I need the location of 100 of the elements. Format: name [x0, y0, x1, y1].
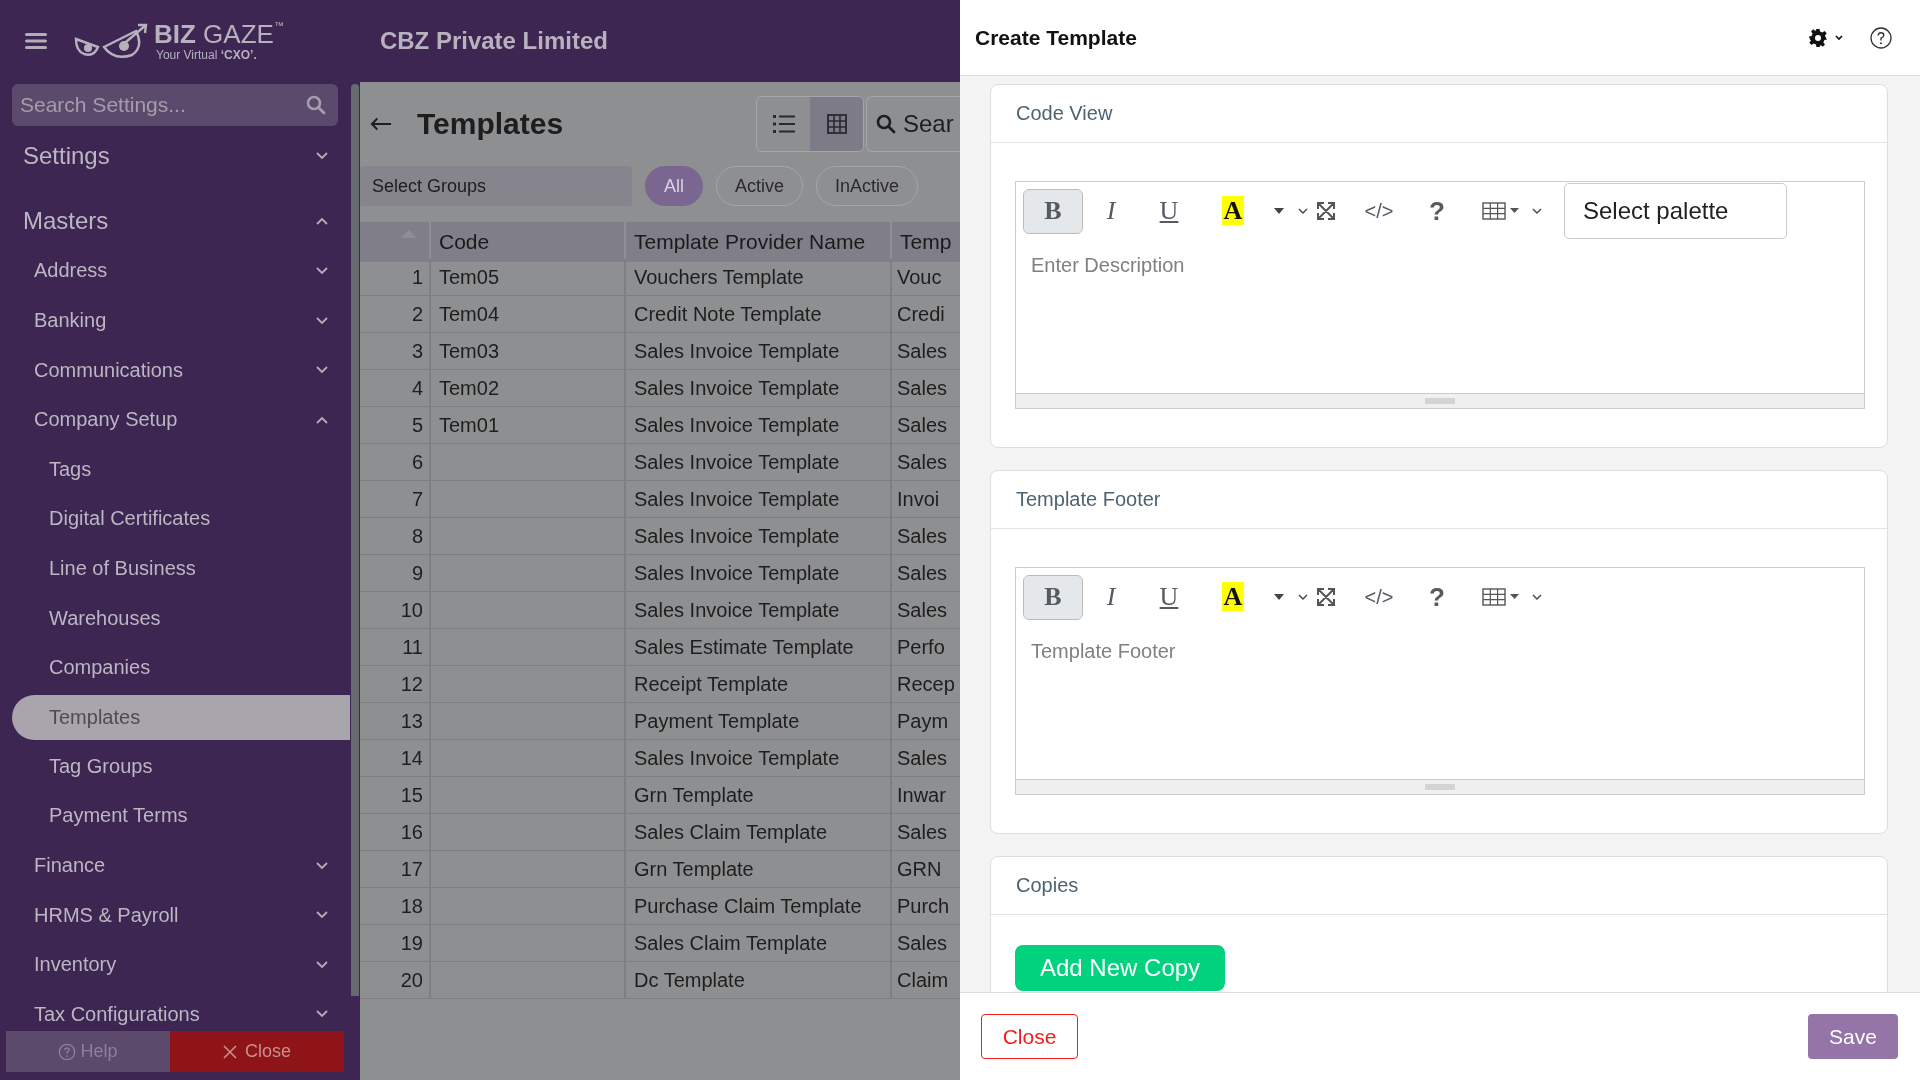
chevron-icon [316, 1010, 328, 1019]
table-icon[interactable] [1482, 588, 1520, 606]
underline-button[interactable]: U [1140, 189, 1198, 233]
table-cell: Payment Template [624, 703, 890, 740]
company-name: CBZ Private Limited [379, 27, 608, 55]
sidebar-item[interactable]: Companies [12, 642, 350, 693]
chevron-icon[interactable] [1298, 594, 1308, 600]
logo-icon [74, 21, 150, 61]
filter-tab[interactable]: All [645, 166, 703, 206]
back-arrow-icon[interactable] [370, 115, 392, 132]
rich-text-editor[interactable]: B I U A </> ? Select palette Enter Description [1015, 181, 1865, 409]
close-button[interactable]: Close [170, 1031, 344, 1072]
search-field[interactable]: Sear [866, 95, 960, 152]
sidebar-item[interactable]: Finance [12, 840, 350, 891]
table-cell: Sales Invoice Template [624, 518, 890, 555]
grid-view-button[interactable] [810, 96, 863, 151]
section-title: Copies [1016, 874, 1079, 897]
table-cell: Sales Invoice Template [624, 592, 890, 629]
row-number: 10 [360, 592, 429, 629]
scrollbar[interactable] [351, 84, 359, 996]
sidebar-item[interactable]: Templates [12, 694, 350, 740]
grid-icon [825, 113, 848, 134]
chevron-icon [316, 366, 328, 375]
bold-button[interactable]: B [1024, 189, 1082, 233]
row-number: 1 [360, 259, 429, 296]
bold-button[interactable]: B [1024, 575, 1082, 619]
column-header[interactable]: Code [439, 230, 490, 254]
highlight-button[interactable]: A [1204, 575, 1262, 619]
code-button[interactable]: </> [1350, 189, 1408, 233]
sidebar-item[interactable]: Inventory [12, 939, 350, 990]
resize-handle[interactable] [1425, 398, 1455, 404]
row-number: 17 [360, 851, 429, 888]
chevron-icon [316, 861, 328, 870]
close-button[interactable]: Close [981, 1014, 1078, 1059]
row-number: 15 [360, 777, 429, 814]
caret-icon[interactable] [1274, 594, 1284, 600]
sidebar-item[interactable]: Masters [12, 196, 350, 247]
rich-text-editor[interactable]: B I U A </> ? Template Footer [1015, 567, 1865, 795]
fullscreen-icon[interactable] [1316, 587, 1336, 607]
sidebar-item[interactable]: HRMS & Payroll [12, 890, 350, 940]
table-icon[interactable] [1482, 202, 1520, 220]
chevron-icon [316, 267, 328, 275]
code-button[interactable]: </> [1350, 575, 1408, 619]
table-cell: Grn Template [624, 851, 890, 888]
sidebar-item[interactable]: Line of Business [12, 543, 350, 594]
brand-name: BIZ GAZE [154, 20, 274, 48]
section-title: Code View [1016, 102, 1113, 125]
sidebar-item[interactable]: Communications [12, 345, 350, 395]
row-number: 20 [360, 962, 429, 999]
row-number: 18 [360, 888, 429, 925]
sidebar-item[interactable]: Warehouses [12, 593, 350, 643]
sidebar-item[interactable]: Company Setup [12, 394, 350, 445]
search-icon[interactable] [306, 95, 326, 115]
sidebar-item[interactable]: Digital Certificates [12, 494, 350, 544]
table-cell: Tem01 [429, 407, 624, 444]
sidebar-item[interactable]: Tags [12, 444, 350, 495]
highlight-button[interactable]: A [1204, 189, 1262, 233]
row-number: 12 [360, 666, 429, 703]
fullscreen-icon[interactable] [1316, 201, 1336, 221]
resize-handle[interactable] [1425, 784, 1455, 790]
row-number: 6 [360, 444, 429, 481]
row-number: 16 [360, 814, 429, 851]
sidebar-item[interactable]: Address [12, 246, 350, 296]
help-icon [58, 1042, 77, 1061]
row-number: 7 [360, 481, 429, 518]
sidebar-item[interactable]: Tag Groups [12, 741, 350, 792]
chevron-icon[interactable] [1532, 594, 1542, 600]
group-select[interactable]: Select Groups [360, 166, 632, 206]
table-cell: Tem04 [429, 296, 624, 333]
caret-icon[interactable] [1274, 208, 1284, 214]
palette-select[interactable]: Select palette [1564, 183, 1787, 239]
sidebar-item[interactable]: Tax Configurations [12, 989, 350, 1031]
table-cell: Purchase Claim Template [624, 888, 890, 925]
row-number: 14 [360, 740, 429, 777]
section-title: Template Footer [1016, 488, 1161, 511]
chevron-icon [316, 316, 328, 325]
close-icon [223, 1044, 237, 1059]
help-icon[interactable] [1870, 26, 1892, 49]
sidebar-item[interactable]: Banking [12, 295, 350, 346]
help-button[interactable]: ? [1408, 189, 1466, 233]
chevron-icon[interactable] [1298, 208, 1308, 214]
sidebar-item[interactable]: Settings [12, 131, 350, 181]
italic-button[interactable]: I [1082, 575, 1140, 619]
save-button[interactable]: Save [1808, 1014, 1898, 1059]
row-number: 2 [360, 296, 429, 333]
table-cell: Sales Invoice Template [624, 481, 890, 518]
table-cell: Sales Invoice Template [624, 555, 890, 592]
table-cell: Credit Note Template [624, 296, 890, 333]
table-cell: Sales Invoice Template [624, 333, 890, 370]
help-button[interactable]: ? [1408, 575, 1466, 619]
search-icon [876, 113, 896, 134]
brand-tagline: Your Virtual ‘CXO’. [156, 48, 258, 62]
italic-button[interactable]: I [1082, 189, 1140, 233]
search-field[interactable]: Search Settings... [12, 84, 338, 126]
page-title: Templates [417, 106, 565, 141]
chevron-icon[interactable] [1532, 208, 1542, 214]
underline-button[interactable]: U [1140, 575, 1198, 619]
sidebar-item[interactable]: Payment Terms [12, 791, 350, 841]
menu-icon[interactable] [25, 32, 47, 50]
settings-icon[interactable] [1808, 27, 1844, 48]
